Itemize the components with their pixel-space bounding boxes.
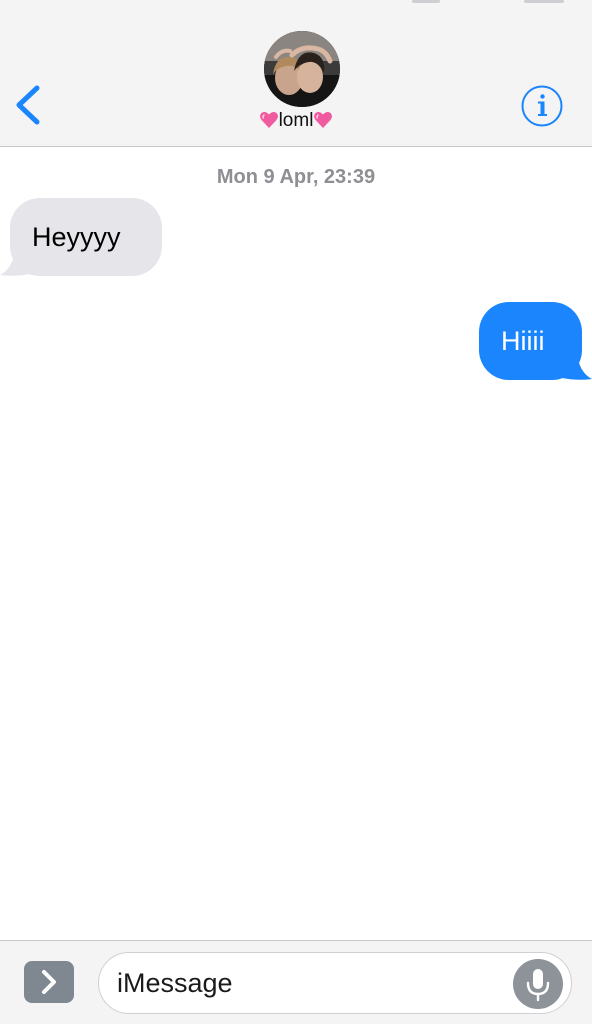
message-input-bar: iMessage [0, 940, 592, 1024]
status-bar-fragment [412, 0, 440, 3]
imessage-placeholder: iMessage [117, 968, 233, 998]
message-text: Heyyyy [32, 222, 121, 252]
contact-name[interactable]: loml [0, 110, 592, 136]
info-icon [521, 85, 563, 127]
dictation-button[interactable] [513, 959, 563, 1009]
heart-emoji-icon [313, 110, 333, 136]
chevron-right-icon [42, 970, 56, 994]
microphone-icon [526, 969, 550, 1002]
message-bubble-received[interactable]: Heyyyy [10, 198, 162, 276]
imessage-input[interactable]: iMessage [98, 952, 572, 1014]
app-drawer-button[interactable] [24, 961, 74, 1003]
contact-name-label: loml [278, 110, 314, 131]
heart-emoji-icon [259, 110, 279, 136]
messages-screen: loml Mon 9 Apr, 23:39 Heyyyy Hiiii iMess… [0, 0, 592, 1024]
contact-avatar[interactable] [264, 31, 340, 107]
message-bubble-sent[interactable]: Hiiii [479, 302, 582, 380]
message-timestamp: Mon 9 Apr, 23:39 [216, 166, 376, 188]
contact-photo [264, 31, 340, 107]
message-text: Hiiii [501, 326, 545, 356]
status-bar-fragment [524, 0, 564, 3]
conversation-header: loml [0, 0, 592, 147]
info-button[interactable] [520, 84, 564, 128]
